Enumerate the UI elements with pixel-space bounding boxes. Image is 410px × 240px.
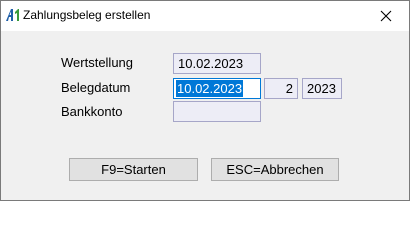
close-button[interactable] <box>363 1 409 31</box>
dialog-window: Zahlungsbeleg erstellen Wertstellung 10.… <box>0 0 410 201</box>
app-logo-icon <box>6 9 19 21</box>
start-button[interactable]: F9=Starten <box>69 158 198 181</box>
bankkonto-field[interactable] <box>173 101 261 122</box>
wertstellung-field[interactable]: 10.02.2023 <box>173 53 261 74</box>
belegdatum-label: Belegdatum <box>61 80 131 95</box>
belegdatum-field[interactable]: 10.02.2023 <box>173 78 261 99</box>
cancel-button[interactable]: ESC=Abbrechen <box>211 158 339 181</box>
title-bar: Zahlungsbeleg erstellen <box>1 1 409 31</box>
belegdatum-year-field[interactable]: 2023 <box>302 78 342 99</box>
bankkonto-label: Bankkonto <box>61 104 123 119</box>
belegdatum-period-field[interactable]: 2 <box>264 78 298 99</box>
window-title: Zahlungsbeleg erstellen <box>23 8 151 22</box>
wertstellung-label: Wertstellung <box>61 55 134 70</box>
belegdatum-selected-text: 10.02.2023 <box>176 80 244 97</box>
close-icon <box>380 10 392 22</box>
